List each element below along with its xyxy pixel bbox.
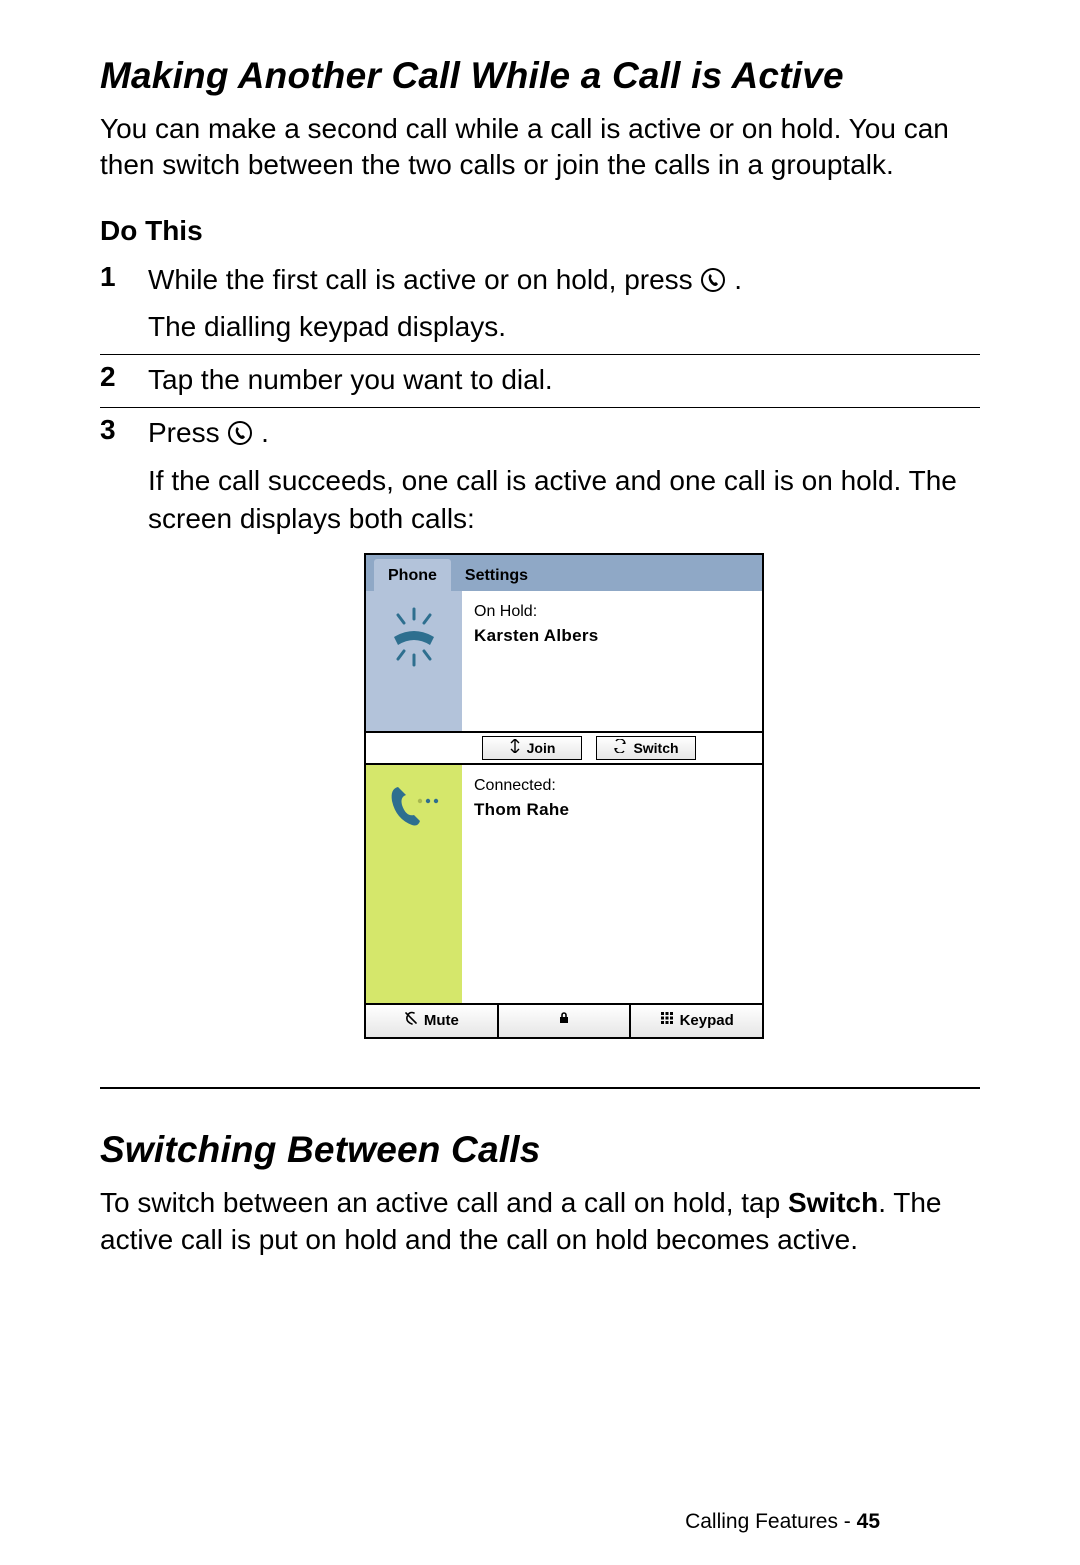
mute-icon (404, 1011, 418, 1031)
step-body: Tap the number you want to dial. (148, 361, 980, 399)
switch-label: Switch (633, 739, 678, 758)
step-body: Press . If the call succeeds, one call i… (148, 414, 980, 1049)
step2-line1: Tap the number you want to dial. (148, 361, 980, 399)
section-divider (100, 1087, 980, 1089)
step-number: 2 (100, 361, 148, 399)
section-heading-making-another-call: Making Another Call While a Call is Acti… (100, 55, 980, 97)
onhold-status: On Hold: (474, 601, 752, 623)
section1-intro: You can make a second call while a call … (100, 111, 980, 183)
call-onhold-block: On Hold: Karsten Albers (366, 591, 762, 731)
step-number: 1 (100, 261, 148, 347)
join-label: Join (527, 739, 556, 758)
keypad-label: Keypad (680, 1011, 734, 1031)
lock-button[interactable] (497, 1005, 630, 1037)
step3-line2: If the call succeeds, one call is active… (148, 462, 980, 538)
phone-bottom-bar: Mute Keypad (366, 1003, 762, 1037)
footer-section-name: Calling Features (685, 1510, 838, 1533)
step-row-1: 1 While the first call is active or on h… (100, 255, 980, 356)
section-heading-switching: Switching Between Calls (100, 1129, 980, 1171)
step1-line2: The dialling keypad displays. (148, 308, 980, 346)
join-button[interactable]: Join (482, 736, 582, 760)
page-footer: Calling Features - 45 (685, 1510, 880, 1534)
step-row-3: 3 Press . If the call succeeds, one call… (100, 408, 980, 1057)
swap-icon (613, 739, 627, 758)
call-send-icon (227, 420, 253, 446)
keypad-button[interactable]: Keypad (629, 1005, 762, 1037)
step3-text-pre: Press (148, 417, 227, 448)
call-actions-row: Join Switch (366, 731, 762, 763)
connected-status: Connected: (474, 775, 752, 797)
step1-text-post: . (734, 264, 742, 295)
do-this-label: Do This (100, 215, 980, 247)
switch-ui-label: Switch (788, 1187, 878, 1218)
phone-screenshot: Phone Settings (364, 553, 764, 1039)
step-row-2: 2 Tap the number you want to dial. (100, 355, 980, 408)
merge-icon (509, 739, 521, 758)
section2-pre: To switch between an active call and a c… (100, 1187, 788, 1218)
switch-button[interactable]: Switch (596, 736, 696, 760)
section2-paragraph: To switch between an active call and a c… (100, 1185, 980, 1258)
step-body: While the first call is active or on hol… (148, 261, 980, 347)
tab-phone[interactable]: Phone (374, 559, 451, 591)
onhold-caller-name: Karsten Albers (474, 625, 752, 648)
mute-label: Mute (424, 1011, 459, 1031)
lock-icon (557, 1011, 571, 1031)
tab-settings[interactable]: Settings (451, 559, 542, 591)
call-active-block: Connected: Thom Rahe (366, 763, 762, 1003)
connected-caller-name: Thom Rahe (474, 799, 752, 822)
mute-button[interactable]: Mute (366, 1005, 497, 1037)
page-number: 45 (857, 1510, 880, 1533)
keypad-icon (660, 1011, 674, 1031)
call-send-icon (700, 267, 726, 293)
footer-sep: - (838, 1510, 857, 1533)
receiver-ringing-icon (384, 607, 444, 677)
step3-text-post: . (261, 417, 269, 448)
phone-tab-bar: Phone Settings (366, 555, 762, 591)
step1-text-pre: While the first call is active or on hol… (148, 264, 700, 295)
handset-active-icon (384, 781, 444, 841)
step-number: 3 (100, 414, 148, 1049)
